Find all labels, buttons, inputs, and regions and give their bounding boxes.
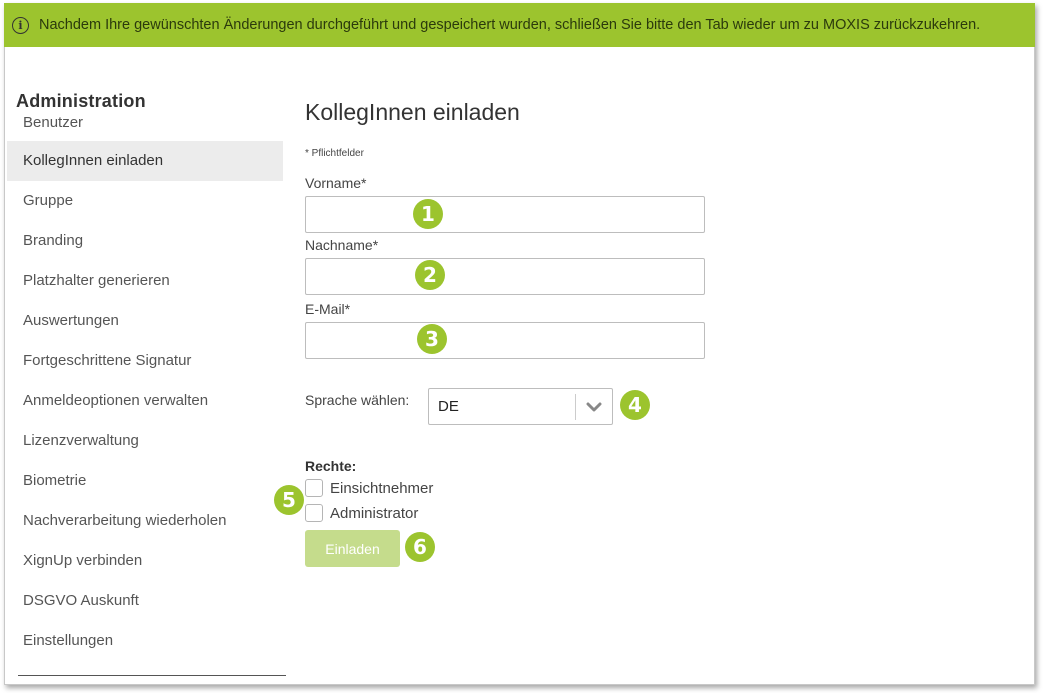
sidebar-item-xignup-verbinden[interactable]: XignUp verbinden <box>7 541 283 581</box>
sidebar-divider <box>18 675 286 676</box>
einsichtnehmer-label: Einsichtnehmer <box>330 479 434 497</box>
required-note: * Pflichtfelder <box>305 148 364 159</box>
sidebar-item-fortgeschrittene-signatur[interactable]: Fortgeschrittene Signatur <box>7 341 283 381</box>
sidebar-item-kolleginnen-einladen[interactable]: KollegInnen einladen <box>7 141 283 181</box>
administrator-checkbox[interactable] <box>305 504 323 522</box>
sidebar-item-gruppe[interactable]: Gruppe <box>7 181 283 221</box>
annotation-badge-5: 5 <box>274 485 304 515</box>
lastname-input[interactable] <box>305 258 705 295</box>
sidebar-item-lizenzverwaltung[interactable]: Lizenzverwaltung <box>7 421 283 461</box>
rights-option-administrator[interactable]: Administrator <box>305 504 418 522</box>
einsichtnehmer-checkbox[interactable] <box>305 479 323 497</box>
language-select-value: DE <box>438 398 459 415</box>
invite-form: KollegInnen einladen * Pflichtfelder Vor… <box>274 96 1005 567</box>
sidebar-list: Benutzer KollegInnen einladen Gruppe Bra… <box>7 115 287 661</box>
sidebar-item-dsgvo-auskunft[interactable]: DSGVO Auskunft <box>7 581 283 621</box>
chevron-down-icon[interactable] <box>576 402 612 412</box>
language-select[interactable]: DE <box>428 388 613 425</box>
sidebar-item-einstellungen[interactable]: Einstellungen <box>7 621 283 661</box>
annotation-badge-3: 3 <box>417 324 447 354</box>
banner-text: Nachdem Ihre gewünschten Änderungen durc… <box>39 17 981 33</box>
rights-option-einsichtnehmer[interactable]: Einsichtnehmer <box>305 479 433 497</box>
sidebar-item-biometrie[interactable]: Biometrie <box>7 461 283 501</box>
email-label: E-Mail* <box>305 301 351 317</box>
sidebar-item-benutzer[interactable]: Benutzer <box>7 115 283 141</box>
sidebar-item-branding[interactable]: Branding <box>7 221 283 261</box>
sidebar-item-auswertungen[interactable]: Auswertungen <box>7 301 283 341</box>
sidebar-title: Administration <box>16 91 146 111</box>
annotation-badge-2: 2 <box>415 260 445 290</box>
sidebar: Administration Benutzer KollegInnen einl… <box>7 88 287 661</box>
language-label: Sprache wählen: <box>305 392 410 408</box>
firstname-input[interactable] <box>305 196 705 233</box>
info-banner: i Nachdem Ihre gewünschten Änderungen du… <box>4 3 1035 47</box>
firstname-label: Vorname* <box>305 175 367 191</box>
info-icon: i <box>12 16 29 34</box>
lastname-label: Nachname* <box>305 237 379 253</box>
sidebar-item-nachverarbeitung-wiederholen[interactable]: Nachverarbeitung wiederholen <box>7 501 283 541</box>
annotation-badge-4: 4 <box>620 390 650 420</box>
annotation-badge-1: 1 <box>413 199 443 229</box>
sidebar-item-platzhalter-generieren[interactable]: Platzhalter generieren <box>7 261 283 301</box>
rights-label: Rechte: <box>305 458 357 474</box>
sidebar-item-anmeldeoptionen-verwalten[interactable]: Anmeldeoptionen verwalten <box>7 381 283 421</box>
invite-button[interactable]: Einladen <box>305 530 400 567</box>
annotation-badge-6: 6 <box>405 532 435 562</box>
administrator-label: Administrator <box>330 504 419 522</box>
email-input[interactable] <box>305 322 705 359</box>
page-title: KollegInnen einladen <box>305 99 520 125</box>
